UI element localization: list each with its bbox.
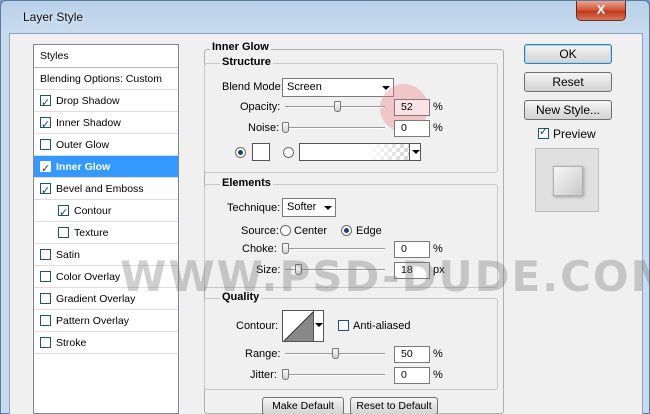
close-icon: X <box>596 2 606 17</box>
styles-item-checkbox[interactable] <box>40 180 51 202</box>
styles-item-label: Satin <box>56 249 80 261</box>
styles-item-label: Color Overlay <box>56 271 121 283</box>
styles-list: Styles Blending Options: Custom Drop Shad… <box>33 44 179 414</box>
source-edge-radio[interactable] <box>341 225 352 236</box>
opacity-unit: % <box>433 101 443 113</box>
noise-label: Noise: <box>248 122 280 134</box>
styles-item-checkbox[interactable] <box>40 292 51 304</box>
styles-item-label: Inner Glow <box>56 161 111 173</box>
gradient-picker[interactable] <box>299 143 421 161</box>
contour-curve-icon <box>283 311 313 341</box>
styles-item-label: Bevel and Emboss <box>56 183 144 195</box>
range-slider-thumb[interactable] <box>332 348 339 359</box>
choke-slider-track[interactable] <box>285 248 385 250</box>
reset-button[interactable]: Reset <box>524 72 612 92</box>
gradient-radio[interactable] <box>283 147 294 158</box>
styles-item-pattern-overlay[interactable]: Pattern Overlay <box>34 310 178 332</box>
range-unit: % <box>433 348 443 360</box>
styles-item-label: Stroke <box>56 337 87 349</box>
anti-aliased-label: Anti-aliased <box>353 320 411 332</box>
styles-item-label: Inner Shadow <box>56 117 121 129</box>
styles-item-checkbox[interactable] <box>40 336 51 348</box>
technique-label: Technique: <box>227 202 281 214</box>
styles-item-checkbox[interactable] <box>40 270 51 282</box>
blend-mode-value: Screen <box>287 81 322 93</box>
noise-unit: % <box>433 122 443 134</box>
preview-swatch <box>553 166 583 196</box>
styles-item-checkbox[interactable] <box>40 138 51 150</box>
quality-group <box>204 298 498 390</box>
technique-value: Softer <box>287 201 317 213</box>
styles-item-outer-glow[interactable]: Outer Glow <box>34 134 178 156</box>
preview-thumbnail <box>535 148 599 212</box>
ok-button[interactable]: OK <box>524 44 612 64</box>
anti-aliased-checkbox[interactable] <box>338 320 349 331</box>
jitter-input[interactable]: 0 <box>394 367 430 384</box>
styles-item-checkbox[interactable] <box>58 202 69 224</box>
opacity-label: Opacity: <box>240 101 281 113</box>
close-button[interactable]: X <box>576 1 626 21</box>
styles-item-stroke[interactable]: Stroke <box>34 332 178 354</box>
contour-label: Contour: <box>236 320 279 332</box>
gradient-chevron-container <box>410 144 421 160</box>
technique-dropdown[interactable]: Softer <box>282 198 336 217</box>
chevron-down-icon <box>324 206 332 210</box>
gradient-dropdown-arrow[interactable] <box>409 144 420 160</box>
watermark-text: WWW.PSD-DUDE.COM <box>120 252 650 301</box>
glow-color-swatch[interactable] <box>252 143 270 161</box>
contour-picker[interactable] <box>282 310 324 342</box>
range-input[interactable]: 50 <box>394 346 430 363</box>
make-default-button[interactable]: Make Default <box>262 397 344 414</box>
noise-input[interactable]: 0 <box>394 120 430 137</box>
styles-item-checkbox[interactable] <box>40 92 51 114</box>
contour-dropdown-arrow[interactable] <box>313 311 323 341</box>
range-label: Range: <box>245 348 281 360</box>
title-bar[interactable]: Layer Style X <box>1 1 650 33</box>
chevron-down-icon <box>412 150 420 154</box>
styles-item-checkbox[interactable] <box>40 248 51 260</box>
blend-mode-label: Blend Mode: <box>222 81 284 93</box>
styles-item-checkbox[interactable] <box>58 226 69 238</box>
blend-mode-dropdown[interactable]: Screen <box>282 78 394 97</box>
opacity-slider-thumb[interactable] <box>334 101 341 112</box>
source-center-radio[interactable] <box>280 225 291 236</box>
styles-item-label: Drop Shadow <box>56 95 120 107</box>
inner-glow-title: Inner Glow <box>210 41 271 53</box>
noise-slider-thumb[interactable] <box>282 122 289 133</box>
styles-item-inner-shadow[interactable]: Inner Shadow <box>34 112 178 136</box>
styles-item-label: Texture <box>74 227 109 239</box>
styles-item-drop-shadow[interactable]: Drop Shadow <box>34 90 178 114</box>
preview-checkbox[interactable] <box>538 125 549 139</box>
styles-item-blending-options-custom[interactable]: Blending Options: Custom <box>34 68 178 90</box>
new-style-button[interactable]: New Style... <box>524 100 612 120</box>
styles-item-checkbox[interactable] <box>40 158 51 180</box>
styles-header[interactable]: Styles <box>34 45 178 68</box>
styles-item-inner-glow[interactable]: Inner Glow <box>34 156 178 180</box>
window-title: Layer Style <box>23 10 84 24</box>
jitter-slider-track[interactable] <box>285 374 385 376</box>
styles-item-label: Outer Glow <box>56 139 110 151</box>
structure-title: Structure <box>220 56 273 68</box>
styles-item-checkbox[interactable] <box>40 114 51 136</box>
jitter-unit: % <box>433 369 443 381</box>
styles-item-checkbox[interactable] <box>40 314 51 326</box>
source-label: Source: <box>241 225 279 237</box>
styles-item-texture[interactable]: Texture <box>34 222 178 244</box>
chevron-down-icon <box>315 323 323 327</box>
source-center-label: Center <box>294 225 328 237</box>
styles-item-label: Pattern Overlay <box>56 315 129 327</box>
reset-to-default-button[interactable]: Reset to Default <box>350 397 438 414</box>
opacity-input[interactable]: 52 <box>394 99 430 116</box>
noise-slider-track[interactable] <box>285 127 385 129</box>
jitter-label: Jitter: <box>250 369 277 381</box>
source-edge-label: Edge <box>356 225 382 237</box>
styles-item-contour[interactable]: Contour <box>34 200 178 224</box>
solid-color-radio[interactable] <box>235 147 246 158</box>
styles-item-label: Blending Options: Custom <box>40 73 162 85</box>
jitter-slider-thumb[interactable] <box>282 369 289 380</box>
preview-label: Preview <box>553 127 596 141</box>
styles-item-bevel-and-emboss[interactable]: Bevel and Emboss <box>34 178 178 202</box>
elements-title: Elements <box>220 177 273 189</box>
styles-item-label: Contour <box>74 205 112 217</box>
